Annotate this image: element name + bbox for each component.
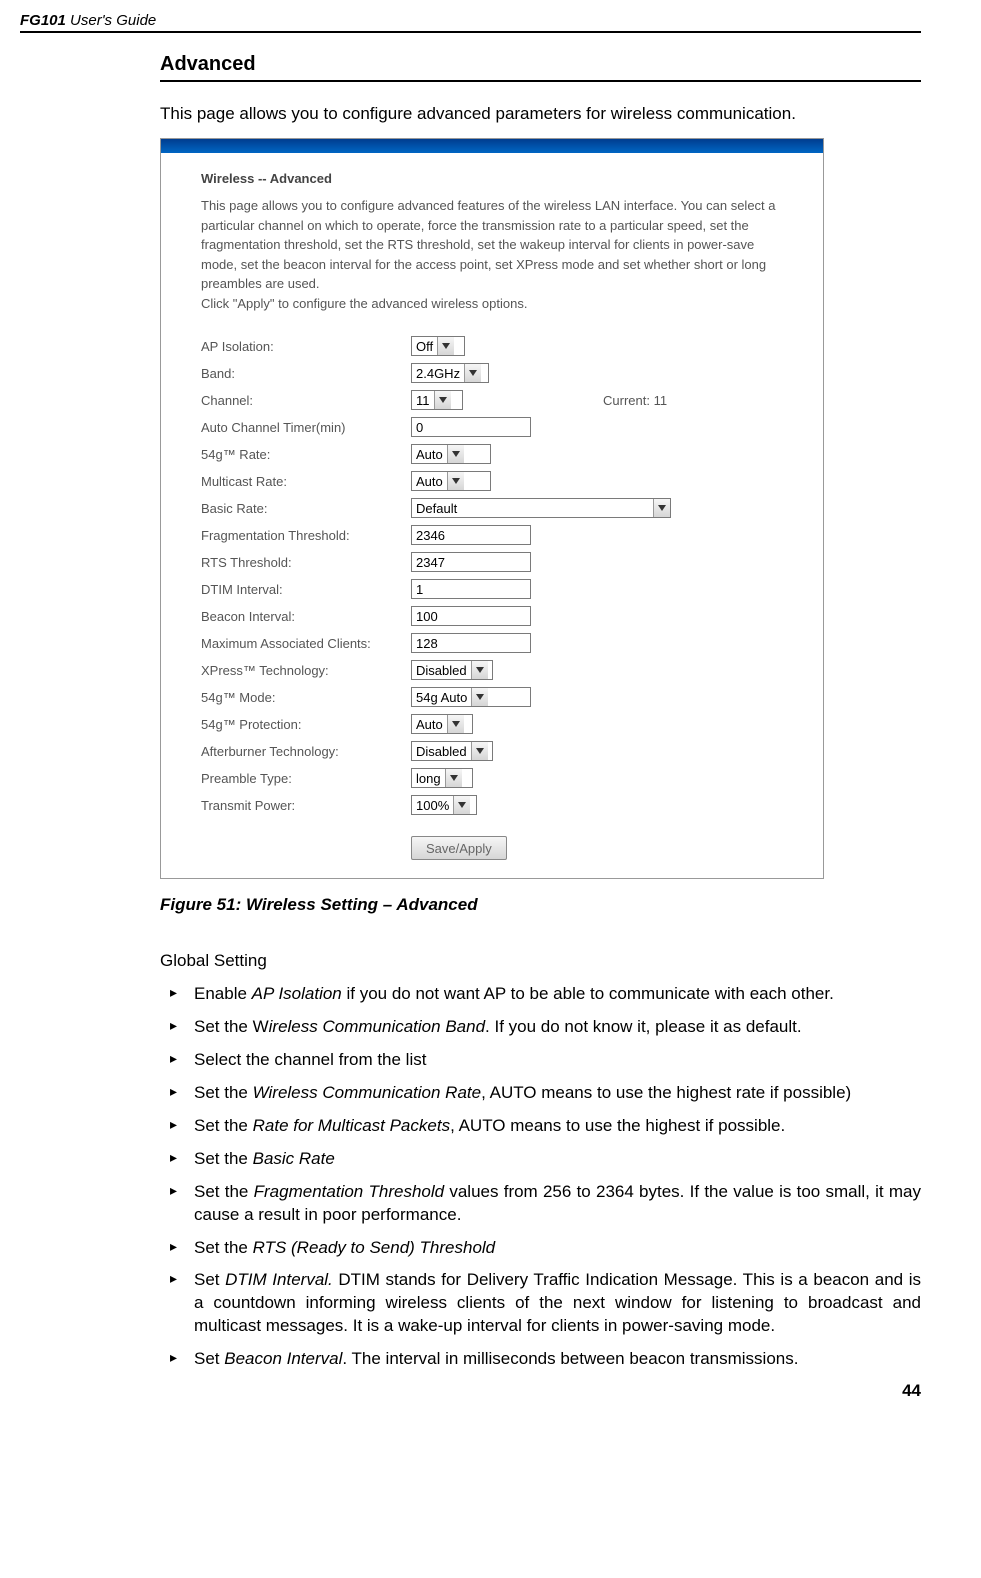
intro-text: This page allows you to configure advanc… <box>160 104 921 124</box>
max-clients-input[interactable]: 128 <box>411 633 531 653</box>
mode54g-select[interactable]: 54g Auto <box>411 687 531 707</box>
rate54g-select[interactable]: Auto <box>411 444 491 464</box>
panel-title: Wireless -- Advanced <box>201 171 805 186</box>
list-item: Set the Basic Rate <box>160 1148 921 1171</box>
list-item: Set the Rate for Multicast Packets, AUTO… <box>160 1115 921 1138</box>
dtim-label: DTIM Interval: <box>201 582 411 597</box>
rts-label: RTS Threshold: <box>201 555 411 570</box>
multicast-label: Multicast Rate: <box>201 474 411 489</box>
rate54g-label: 54g™ Rate: <box>201 447 411 462</box>
panel-description: This page allows you to configure advanc… <box>201 196 805 313</box>
xpress-label: XPress™ Technology: <box>201 663 411 678</box>
section-title: Advanced <box>160 53 921 82</box>
list-item: Enable AP Isolation if you do not want A… <box>160 983 921 1006</box>
chevron-down-icon <box>447 445 464 463</box>
chevron-down-icon <box>653 499 670 517</box>
rts-input[interactable]: 2347 <box>411 552 531 572</box>
prot54g-label: 54g™ Protection: <box>201 717 411 732</box>
list-item: Set the Fragmentation Threshold values f… <box>160 1181 921 1227</box>
channel-label: Channel: <box>201 393 411 408</box>
page-number: 44 <box>20 1381 921 1401</box>
afterburner-select[interactable]: Disabled <box>411 741 493 761</box>
ap-isolation-label: AP Isolation: <box>201 339 411 354</box>
afterburner-label: Afterburner Technology: <box>201 744 411 759</box>
chevron-down-icon <box>471 661 488 679</box>
auto-timer-input[interactable]: 0 <box>411 417 531 437</box>
preamble-select[interactable]: long <box>411 768 473 788</box>
txpower-select[interactable]: 100% <box>411 795 477 815</box>
mode54g-label: 54g™ Mode: <box>201 690 411 705</box>
global-setting-heading: Global Setting <box>160 951 921 971</box>
frag-input[interactable]: 2346 <box>411 525 531 545</box>
dtim-input[interactable]: 1 <box>411 579 531 599</box>
xpress-select[interactable]: Disabled <box>411 660 493 680</box>
list-item: Select the channel from the list <box>160 1049 921 1072</box>
preamble-label: Preamble Type: <box>201 771 411 786</box>
chevron-down-icon <box>464 364 481 382</box>
wireless-advanced-panel: Wireless -- Advanced This page allows yo… <box>160 138 824 879</box>
beacon-label: Beacon Interval: <box>201 609 411 624</box>
figure-caption: Figure 51: Wireless Setting – Advanced <box>160 895 921 915</box>
chevron-down-icon <box>447 472 464 490</box>
max-clients-label: Maximum Associated Clients: <box>201 636 411 651</box>
basic-rate-select[interactable]: Default <box>411 498 671 518</box>
channel-select[interactable]: 11 <box>411 390 463 410</box>
chevron-down-icon <box>453 796 470 814</box>
frag-label: Fragmentation Threshold: <box>201 528 411 543</box>
multicast-select[interactable]: Auto <box>411 471 491 491</box>
chevron-down-icon <box>434 391 451 409</box>
list-item: Set DTIM Interval. DTIM stands for Deliv… <box>160 1269 921 1338</box>
list-item: Set the Wireless Communication Rate, AUT… <box>160 1082 921 1105</box>
panel-title-bar <box>161 139 823 153</box>
chevron-down-icon <box>437 337 454 355</box>
chevron-down-icon <box>471 742 488 760</box>
bullet-list: Enable AP Isolation if you do not want A… <box>160 983 921 1371</box>
basic-rate-label: Basic Rate: <box>201 501 411 516</box>
ap-isolation-select[interactable]: Off <box>411 336 465 356</box>
band-select[interactable]: 2.4GHz <box>411 363 489 383</box>
txpower-label: Transmit Power: <box>201 798 411 813</box>
chevron-down-icon <box>471 688 488 706</box>
list-item: Set Beacon Interval. The interval in mil… <box>160 1348 921 1371</box>
chevron-down-icon <box>445 769 462 787</box>
page-header: FG101 User's Guide <box>20 12 921 33</box>
beacon-input[interactable]: 100 <box>411 606 531 626</box>
save-apply-button[interactable]: Save/Apply <box>411 836 507 860</box>
list-item: Set the Wireless Communication Band. If … <box>160 1016 921 1039</box>
chevron-down-icon <box>447 715 464 733</box>
product-name: FG101 <box>20 12 66 29</box>
doc-title: User's Guide <box>66 12 156 29</box>
current-channel-label: Current: 11 <box>603 393 667 408</box>
auto-timer-label: Auto Channel Timer(min) <box>201 420 411 435</box>
list-item: Set the RTS (Ready to Send) Threshold <box>160 1237 921 1260</box>
band-label: Band: <box>201 366 411 381</box>
prot54g-select[interactable]: Auto <box>411 714 473 734</box>
